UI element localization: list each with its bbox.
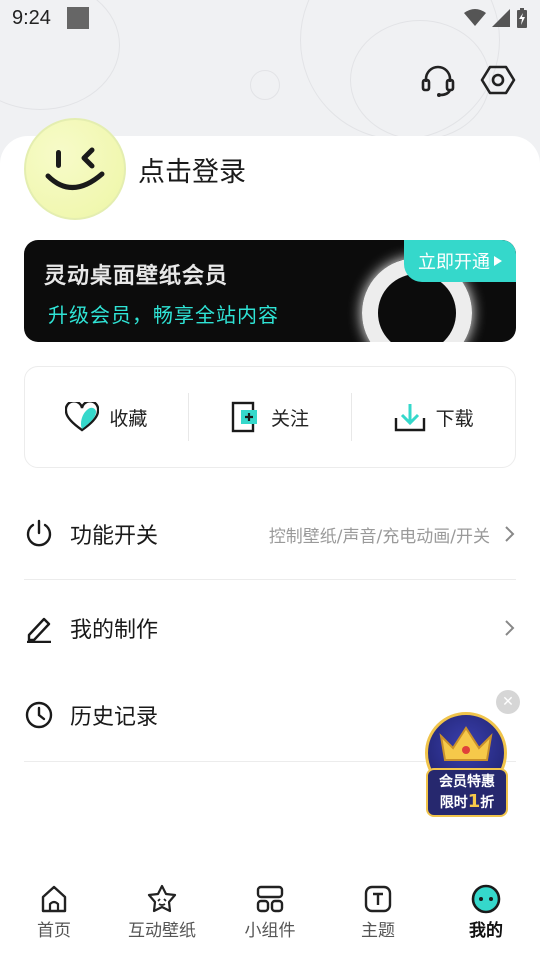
menu-label: 我的制作 bbox=[70, 618, 159, 643]
promo-tag: 会员特惠 限时1折 bbox=[426, 768, 508, 817]
settings-icon[interactable] bbox=[480, 62, 516, 98]
pencil-icon bbox=[27, 617, 51, 643]
tab-label: 主题 bbox=[361, 921, 395, 941]
follow-icon bbox=[231, 401, 257, 433]
close-icon[interactable]: ✕ bbox=[496, 690, 520, 714]
menu-label: 功能开关 bbox=[70, 524, 159, 549]
menu-label: 历史记录 bbox=[70, 705, 159, 730]
login-prompt[interactable]: 点击登录 bbox=[138, 150, 246, 189]
tab-profile[interactable]: 我的 bbox=[432, 872, 540, 960]
vip-title: 灵动桌面壁纸会员 bbox=[44, 264, 229, 289]
follow-label: 关注 bbox=[271, 407, 310, 430]
download-button[interactable]: 下载 bbox=[352, 393, 515, 441]
widgets-icon bbox=[256, 885, 284, 913]
tab-interactive-wallpaper[interactable]: 互动壁纸 bbox=[108, 872, 216, 960]
tab-home[interactable]: 首页 bbox=[0, 872, 108, 960]
interactive-wallpaper-icon bbox=[147, 884, 177, 913]
quick-actions: 收藏 关注 下载 bbox=[24, 366, 516, 468]
play-arrow-icon bbox=[494, 256, 502, 266]
battery-icon bbox=[517, 8, 527, 28]
vip-open-button[interactable]: 立即开通 bbox=[404, 240, 516, 282]
tab-widgets[interactable]: 小组件 bbox=[216, 872, 324, 960]
profile-icon bbox=[471, 884, 501, 914]
bottom-tab-bar: 首页 互动壁纸 小组件 主题 我的 bbox=[0, 872, 540, 960]
chevron-right-icon bbox=[505, 620, 515, 636]
tab-label: 我的 bbox=[469, 921, 503, 941]
download-icon bbox=[394, 404, 425, 432]
chevron-right-icon bbox=[505, 526, 515, 542]
menu-item-my-creations[interactable]: 我的制作 bbox=[24, 598, 516, 658]
status-time: 9:24 bbox=[12, 6, 51, 29]
tab-label: 互动壁纸 bbox=[128, 921, 196, 941]
favorites-label: 收藏 bbox=[109, 407, 148, 430]
menu-hint: 控制壁纸/声音/充电动画/开关 bbox=[268, 526, 490, 547]
tab-theme[interactable]: 主题 bbox=[324, 872, 432, 960]
crown-icon bbox=[439, 726, 493, 761]
power-icon bbox=[26, 519, 52, 547]
download-label: 下载 bbox=[435, 407, 474, 430]
favorites-button[interactable]: 收藏 bbox=[25, 393, 188, 441]
notification-icon bbox=[66, 7, 89, 29]
heart-icon bbox=[65, 402, 100, 432]
tab-label: 首页 bbox=[37, 921, 71, 941]
follow-button[interactable]: 关注 bbox=[189, 393, 352, 441]
promo-line2: 限时1折 bbox=[439, 791, 495, 812]
customer-service-icon[interactable] bbox=[420, 62, 456, 98]
clock-icon bbox=[25, 701, 53, 729]
tab-label: 小组件 bbox=[244, 921, 296, 941]
promo-line1: 会员特惠 bbox=[439, 774, 495, 790]
signal-icon bbox=[492, 9, 510, 27]
status-bar: 9:24 bbox=[0, 0, 540, 36]
vip-subtitle: 升级会员，畅享全站内容 bbox=[48, 303, 279, 327]
divider bbox=[24, 579, 516, 580]
vip-open-label: 立即开通 bbox=[418, 252, 490, 273]
wifi-icon bbox=[464, 9, 486, 26]
home-icon bbox=[41, 885, 67, 913]
vip-banner[interactable]: 灵动桌面壁纸会员 升级会员，畅享全站内容 立即开通 bbox=[24, 240, 516, 342]
theme-icon bbox=[364, 885, 392, 913]
avatar[interactable] bbox=[24, 118, 126, 220]
vip-promo-badge[interactable]: 会员特惠 限时1折 ✕ bbox=[420, 690, 520, 830]
smiley-face-icon bbox=[45, 147, 105, 190]
menu-item-feature-switch[interactable]: 功能开关 控制壁纸/声音/充电动画/开关 bbox=[24, 504, 516, 564]
